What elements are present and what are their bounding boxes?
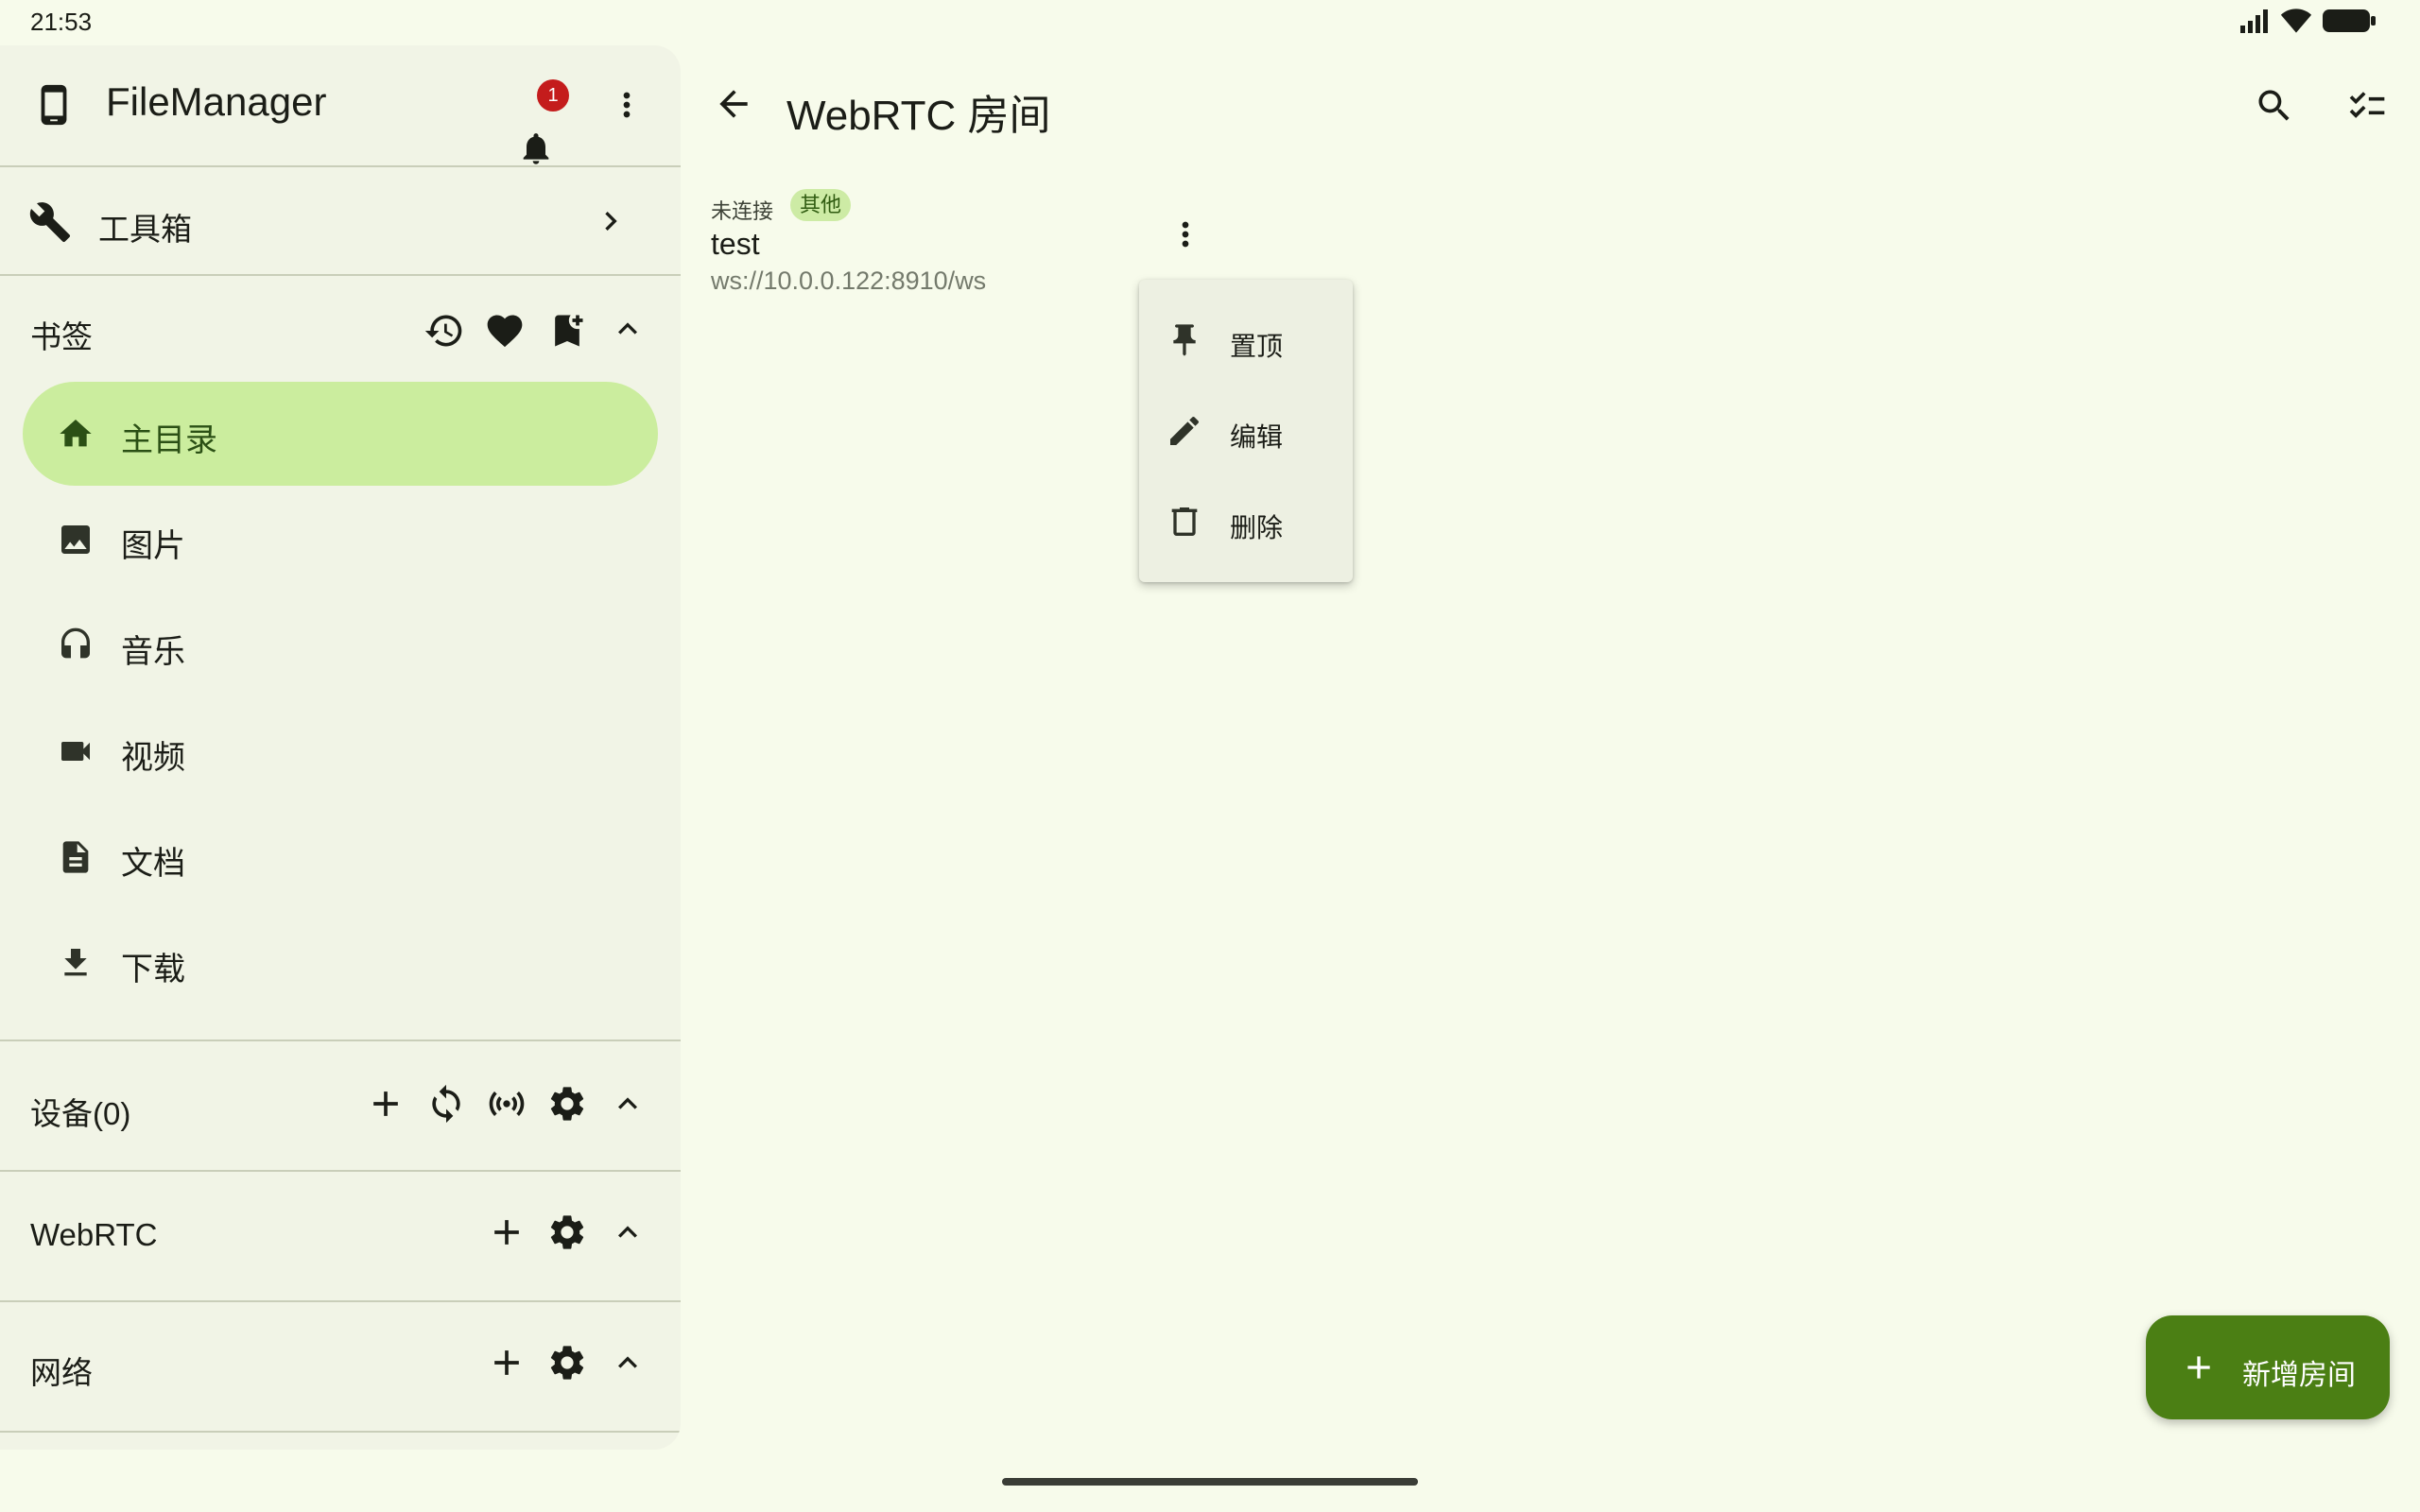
network-title: 网络 (30, 1355, 93, 1390)
bell-icon (523, 133, 549, 164)
divider (0, 165, 681, 167)
wifi-icon (2280, 9, 2312, 33)
more-vert-icon (623, 92, 631, 118)
network-header: 网络 (0, 1302, 681, 1429)
gesture-navigation-bar[interactable] (1002, 1478, 1418, 1486)
download-icon (64, 949, 87, 976)
phone-icon (32, 83, 76, 127)
search-icon (2258, 90, 2290, 121)
arrow-back-icon (719, 90, 748, 118)
bookmark-label: 文档 (121, 846, 185, 882)
drawer-more-button[interactable] (605, 83, 648, 127)
chevron-up-icon[interactable] (609, 1085, 647, 1123)
menu-item-pin[interactable]: 置顶 (1139, 295, 1353, 386)
signal-icon (2240, 9, 2268, 33)
bookmark-item-music[interactable]: 音乐 (23, 593, 658, 697)
edit-icon (1170, 416, 1200, 445)
bookmark-label: 主目录 (121, 422, 217, 458)
room-name: test (711, 227, 760, 261)
chevron-right-icon (592, 202, 630, 240)
delete-icon (1171, 507, 1198, 536)
battery-icon (2323, 9, 2376, 32)
room-context-menu: 置顶 编辑 删除 (1139, 280, 1353, 582)
navigation-drawer: FileManager 1 工具箱 书签 主目录 图片 音乐 视频 文档 下载 … (0, 45, 681, 1450)
bookmark-label: 下载 (121, 952, 185, 988)
document-icon (62, 841, 89, 873)
checklist-button[interactable] (2344, 83, 2390, 129)
checklist-icon (2349, 92, 2385, 118)
favorite-icon[interactable] (484, 310, 526, 352)
webrtc-settings-icon[interactable] (546, 1211, 588, 1253)
room-list-item[interactable]: 未连接 其他 test ws://10.0.0.122:8910/ws (711, 183, 1202, 306)
add-webrtc-icon[interactable] (486, 1211, 527, 1253)
headphones-icon (61, 627, 90, 659)
app-title: FileManager (106, 79, 327, 124)
bookmark-label: 视频 (121, 740, 185, 776)
notification-badge: 1 (537, 79, 569, 112)
bookmark-label: 音乐 (121, 634, 185, 670)
devices-title: 设备(0) (30, 1096, 131, 1131)
menu-item-label: 删除 (1230, 513, 1284, 542)
bookmark-item-videos[interactable]: 视频 (23, 699, 658, 803)
room-url: ws://10.0.0.122:8910/ws (711, 266, 987, 295)
sync-icon[interactable] (425, 1083, 467, 1125)
room-type-badge: 其他 (790, 189, 852, 221)
divider (0, 1431, 681, 1433)
bookmark-item-images[interactable]: 图片 (23, 488, 658, 592)
devices-settings-icon[interactable] (546, 1083, 588, 1125)
status-time: 21:53 (30, 8, 93, 36)
bookmark-add-icon[interactable] (546, 310, 588, 352)
chevron-up-icon[interactable] (609, 1344, 647, 1382)
status-bar: 21:53 (0, 0, 2420, 43)
webrtc-title: WebRTC (30, 1217, 158, 1252)
bookmarks-header: 书签 (0, 276, 681, 378)
wrench-icon (28, 200, 72, 244)
webrtc-header: WebRTC (0, 1172, 681, 1298)
page-title: WebRTC 房间 (786, 93, 1051, 139)
search-button[interactable] (2252, 83, 2297, 129)
network-settings-icon[interactable] (546, 1342, 588, 1383)
add-icon (2187, 1356, 2210, 1379)
pin-icon (1173, 324, 1196, 356)
menu-item-label: 编辑 (1230, 422, 1284, 452)
home-icon (60, 420, 92, 447)
notifications-button[interactable] (514, 127, 558, 170)
status-icons (2238, 8, 2377, 34)
bookmark-label: 图片 (121, 528, 185, 564)
add-network-icon[interactable] (486, 1342, 527, 1383)
image-icon (61, 525, 90, 554)
toolbox-row[interactable]: 工具箱 (0, 168, 681, 274)
chevron-up-icon[interactable] (609, 1213, 647, 1251)
more-vert-icon (1182, 221, 1189, 248)
toolbox-label: 工具箱 (98, 212, 192, 247)
history-icon[interactable] (424, 310, 465, 352)
room-more-button[interactable] (1163, 212, 1208, 257)
back-button[interactable] (711, 81, 756, 127)
bookmark-item-downloads[interactable]: 下载 (23, 911, 658, 1015)
menu-item-label: 置顶 (1230, 332, 1284, 361)
add-room-label: 新增房间 (2242, 1360, 2356, 1391)
bookmark-item-documents[interactable]: 文档 (23, 805, 658, 909)
menu-item-delete[interactable]: 删除 (1139, 476, 1353, 567)
menu-item-edit[interactable]: 编辑 (1139, 386, 1353, 476)
broadcast-icon[interactable] (486, 1083, 527, 1125)
add-device-icon[interactable] (365, 1083, 406, 1125)
bookmarks-title: 书签 (30, 319, 93, 354)
add-room-button[interactable]: 新增房间 (2146, 1315, 2390, 1419)
chevron-up-icon[interactable] (609, 310, 647, 348)
connection-status: 未连接 (711, 199, 774, 223)
drawer-header: FileManager 1 (0, 45, 681, 166)
videocam-icon (61, 742, 90, 761)
bookmark-item-home[interactable]: 主目录 (23, 382, 658, 486)
devices-header: 设备(0) (0, 1041, 681, 1168)
